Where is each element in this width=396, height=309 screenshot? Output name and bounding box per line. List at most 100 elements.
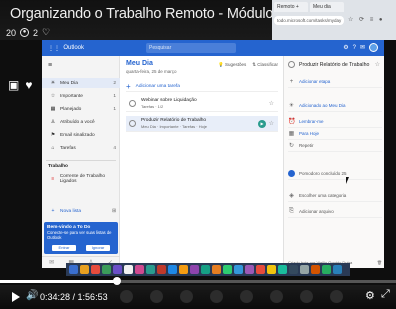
detail-row[interactable]: Pomodoro concluído 25 <box>288 168 382 180</box>
taskbar-app-icon[interactable] <box>201 265 210 274</box>
sidebar-item-label: Importante <box>60 93 83 99</box>
detail-row[interactable]: ↻ Repetir <box>288 140 382 152</box>
volume-icon[interactable]: 🔊 <box>26 290 38 301</box>
taskbar-app-icon[interactable] <box>190 265 199 274</box>
blurred-icon <box>240 290 253 303</box>
task-checkbox[interactable] <box>129 100 136 107</box>
signin-button[interactable]: Entrar <box>52 245 76 251</box>
video-stats: 20 ● 2 ♡ <box>6 27 50 38</box>
video-player[interactable]: Organizando o Trabalho Remoto - Módulo 1… <box>0 0 396 309</box>
sort-button[interactable]: ⇅ Classificar <box>252 62 278 68</box>
task-row[interactable]: Produzir Relatório de Trabalho Meu Dia · … <box>126 116 278 132</box>
delete-icon[interactable]: 🗑 <box>377 260 382 265</box>
new-list-label: Nova lista <box>60 208 82 214</box>
taskbar-app-icon[interactable] <box>278 265 287 274</box>
gear-icon[interactable]: ⚙ <box>343 45 352 51</box>
detail-row-label: Para Hoje <box>299 131 320 136</box>
taskbar-app-icon[interactable] <box>245 265 254 274</box>
taskbar-app-icon[interactable] <box>179 265 188 274</box>
taskbar-app-icon[interactable] <box>91 265 100 274</box>
blurred-icon <box>180 290 193 303</box>
browser-tab-2[interactable]: Meu dia <box>310 2 344 12</box>
blurred-icon <box>150 290 163 303</box>
detail-row[interactable]: + Adicionar etapa <box>288 76 382 88</box>
mail-icon[interactable]: ✉ <box>49 259 54 266</box>
fullscreen-icon[interactable]: ⤢ <box>381 288 390 301</box>
ignore-button[interactable]: Ignorar <box>86 245 110 251</box>
taskbar-app-icon[interactable] <box>135 265 144 274</box>
play-button[interactable] <box>12 292 20 302</box>
suggestions-label: Sugestões <box>224 62 247 67</box>
taskbar-app-icon[interactable] <box>80 265 89 274</box>
detail-row[interactable]: ◈ Escolher uma categoria <box>288 190 382 202</box>
progress-knob[interactable] <box>112 277 121 285</box>
browser-chrome: Remoto + Meu dia todo.microsoft.com/task… <box>272 0 396 40</box>
star-icon[interactable]: ☆ <box>375 61 380 68</box>
taskbar-app-icon[interactable] <box>146 265 155 274</box>
avatar[interactable] <box>369 43 378 52</box>
task-row[interactable]: Webinar sobre Liquidação Tarefas · 1/2 ☆ <box>126 96 278 112</box>
taskbar-app-icon[interactable] <box>333 265 342 274</box>
taskbar-app-icon[interactable] <box>311 265 320 274</box>
add-task-input[interactable]: + Adicionar uma tarefa <box>126 82 278 92</box>
blurred-icon <box>270 290 283 303</box>
taskbar-app-icon[interactable] <box>113 265 122 274</box>
group-list-item[interactable]: ≡ Corrente de Trabalho Ligados <box>42 174 120 184</box>
sidebar-item[interactable]: ⚑ Email sinalizado <box>42 130 120 140</box>
taskbar-app-icon[interactable] <box>157 265 166 274</box>
address-bar[interactable]: todo.microsoft.com/tasks/myday <box>274 16 344 25</box>
pomodoro-icon[interactable]: ▶ <box>258 120 266 128</box>
sidebar-item[interactable]: ▦ Planejado 1 <box>42 104 120 114</box>
suggestions-button[interactable]: 💡 Sugestões <box>218 62 246 68</box>
detail-row[interactable]: ⎘ Adicionar arquivo <box>288 206 382 218</box>
sidebar: ≡ ☀ Meu Dia 2 ☆ Importante 1 ▦ Planejado 1 ♙ Atrib… <box>42 56 120 268</box>
browser-toolbar-icons[interactable]: ☆ ⟳ ≡ ● <box>348 16 385 23</box>
taskbar-app-icon[interactable] <box>289 265 298 274</box>
detail-row-icon: + <box>289 78 294 85</box>
search-input[interactable]: Pesquisar <box>146 43 236 53</box>
plus-icon: + <box>51 208 55 214</box>
complete-checkbox[interactable] <box>288 61 295 68</box>
heart-icon: ♡ <box>42 27 51 37</box>
menu-icon[interactable]: ≡ <box>48 62 52 69</box>
progress-fill <box>0 280 117 283</box>
star-icon[interactable]: ☆ <box>269 120 274 127</box>
sidebar-item[interactable]: ☆ Importante 1 <box>42 91 120 101</box>
detail-row[interactable]: ▦ Para Hoje <box>288 128 382 140</box>
taskbar-app-icon[interactable] <box>69 265 78 274</box>
new-list-button[interactable]: + Nova lista ⊞ <box>42 206 120 216</box>
taskbar-app-icon[interactable] <box>168 265 177 274</box>
megaphone-icon[interactable]: ✉ <box>360 45 369 51</box>
taskbar-app-icon[interactable] <box>256 265 265 274</box>
new-group-icon[interactable]: ⊞ <box>112 209 116 214</box>
taskbar-app-icon[interactable] <box>124 265 133 274</box>
taskbar-app-icon[interactable] <box>234 265 243 274</box>
taskbar-app-icon[interactable] <box>267 265 276 274</box>
star-icon[interactable]: ☆ <box>269 100 274 107</box>
taskbar-app-icon[interactable] <box>300 265 309 274</box>
help-icon[interactable]: ? <box>353 45 360 51</box>
detail-row-label: Repetir <box>299 143 314 148</box>
taskbar-app-icon[interactable] <box>102 265 111 274</box>
blurred-icon <box>330 290 343 303</box>
signin-card: Bem-vindo a To Do Conecte-se para ver su… <box>44 222 118 254</box>
sidebar-item[interactable]: ☀ Meu Dia 2 <box>42 78 120 88</box>
detail-title-row[interactable]: Produzir Relatório de Trabalho <box>288 61 382 68</box>
sidebar-item[interactable]: ⌂ Tarefas 4 <box>42 143 120 153</box>
detail-row[interactable]: ⏰ Lembrar-me <box>288 116 382 128</box>
task-title: Produzir Relatório de Trabalho <box>141 118 207 123</box>
task-list: Meu Dia quarta-feira, 25 de março 💡 Suge… <box>122 56 282 268</box>
browser-tab-1[interactable]: Remoto + <box>274 2 308 12</box>
sidebar-item-label: Atribuído a você <box>60 119 95 125</box>
grid-icon[interactable]: ⋮⋮ <box>48 45 60 52</box>
detail-row[interactable]: ☀ Adicionado ao Meu Dia <box>288 100 382 112</box>
task-title: Webinar sobre Liquidação <box>141 98 197 103</box>
sidebar-item[interactable]: ♙ Atribuído a você <box>42 117 120 127</box>
taskbar-app-icon[interactable] <box>212 265 221 274</box>
task-checkbox[interactable] <box>129 120 136 127</box>
taskbar-app-icon[interactable] <box>223 265 232 274</box>
settings-icon[interactable]: ⚙ <box>365 289 375 302</box>
taskbar-app-icon[interactable] <box>322 265 331 274</box>
sidebar-item-count: 1 <box>113 93 116 99</box>
sidebar-item-icon: ☆ <box>50 93 56 99</box>
